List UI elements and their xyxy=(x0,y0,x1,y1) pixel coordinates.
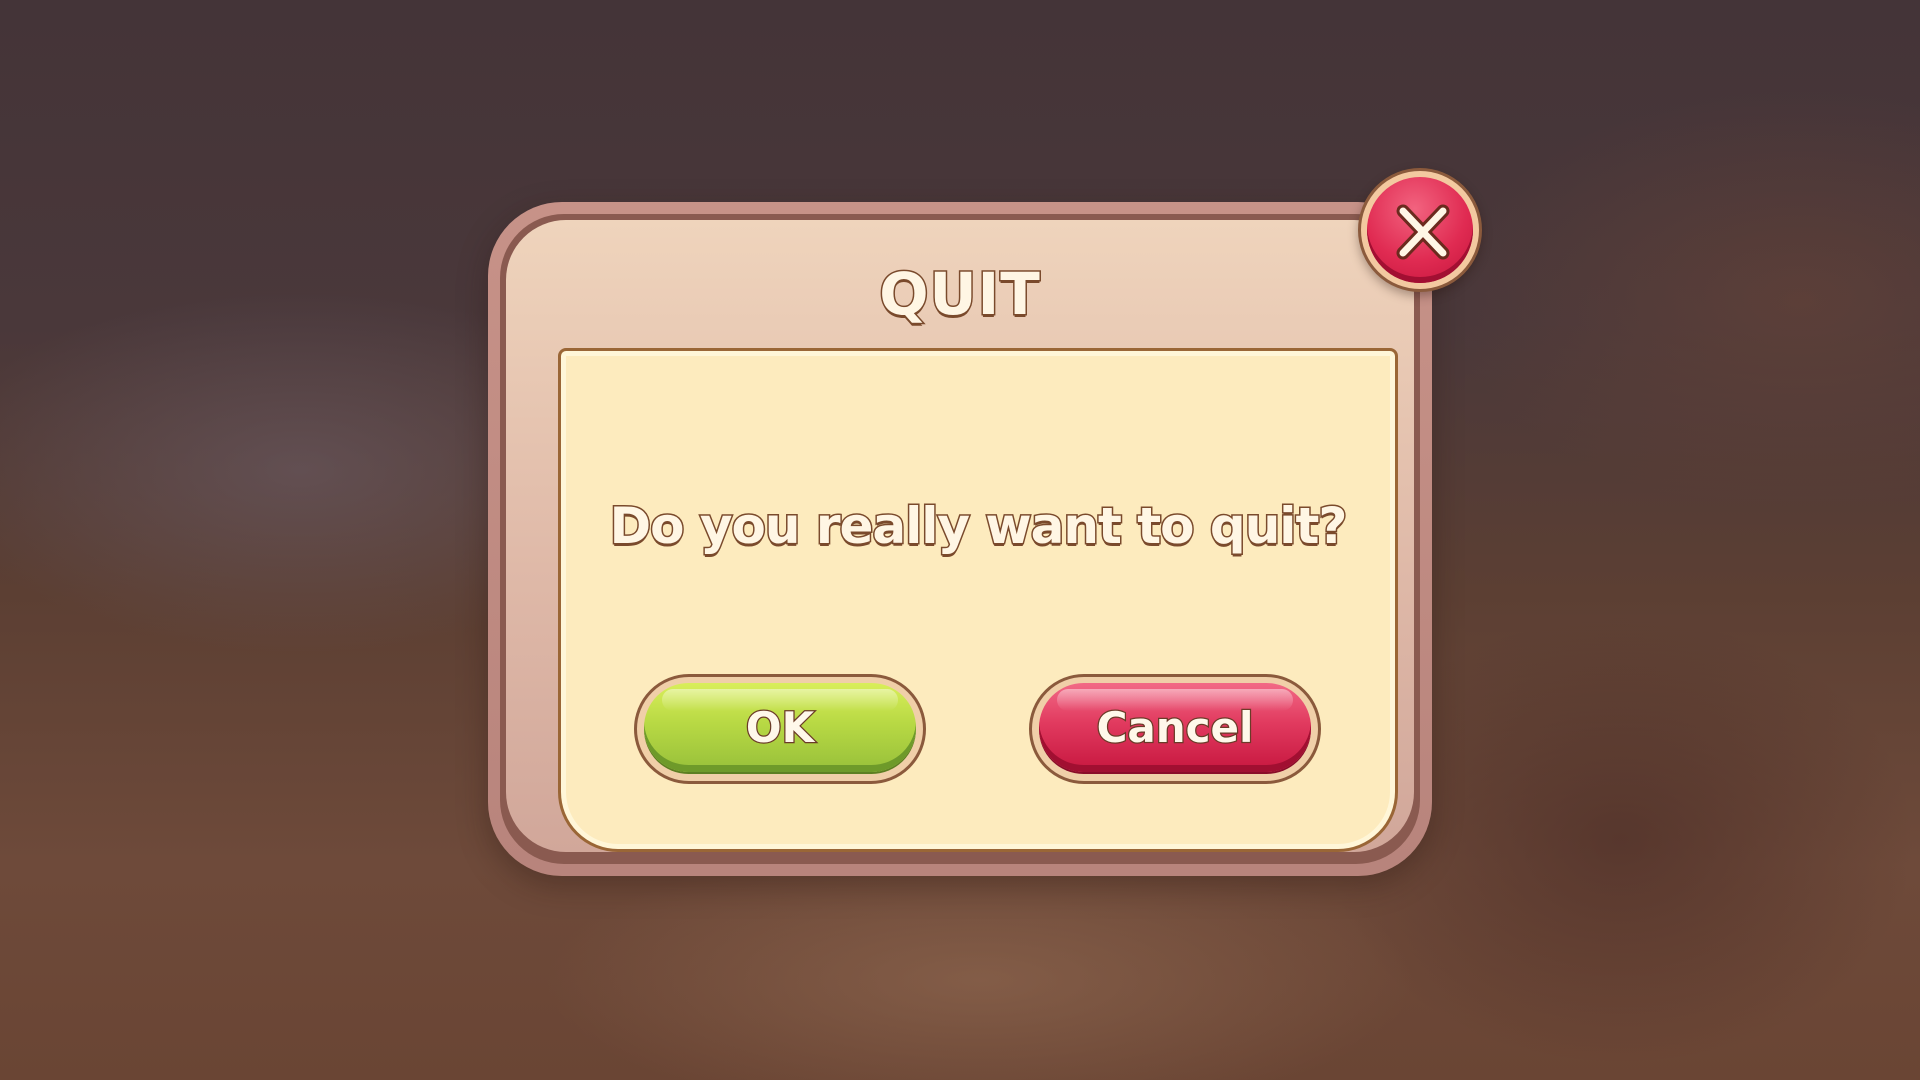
close-button[interactable] xyxy=(1358,168,1482,292)
ok-button[interactable]: OK xyxy=(634,674,926,784)
quit-message: Do you really want to quit? xyxy=(608,496,1349,557)
close-icon xyxy=(1396,204,1450,260)
quit-dialog: QUIT Do you really want to quit? OK Canc… xyxy=(488,202,1432,876)
cancel-button[interactable]: Cancel xyxy=(1029,674,1321,784)
content-panel: Do you really want to quit? OK Cancel xyxy=(558,348,1398,852)
cancel-button-label: Cancel xyxy=(1095,702,1254,754)
dialog-face: QUIT Do you really want to quit? OK Canc… xyxy=(506,220,1414,852)
ok-button-label: OK xyxy=(745,702,816,754)
dialog-frame: QUIT Do you really want to quit? OK Canc… xyxy=(500,214,1420,864)
close-button-body xyxy=(1367,177,1473,283)
cancel-button-body: Cancel xyxy=(1039,683,1311,772)
dialog-title: QUIT xyxy=(878,259,1042,330)
ok-button-body: OK xyxy=(644,683,916,772)
